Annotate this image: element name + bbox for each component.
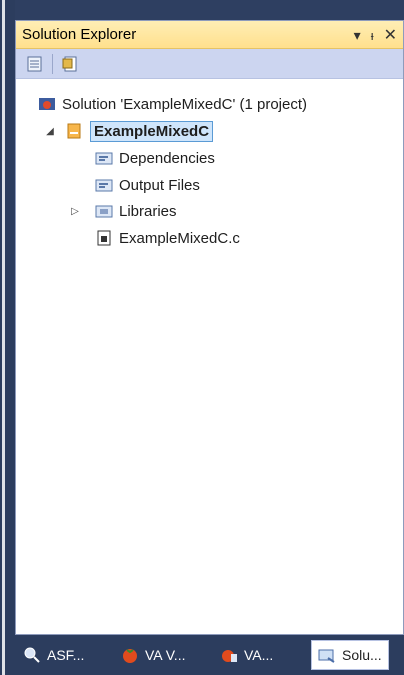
tab-va-outline[interactable]: VA... [220,640,273,670]
panel-title-bar[interactable]: Solution Explorer ▾ ᵼ ✕ [16,21,403,49]
solution-explorer-panel: Solution Explorer ▾ ᵼ ✕ Solution 'Exampl… [15,20,404,635]
toolbar-separator [52,53,53,74]
item-label: Libraries [119,202,177,220]
tab-solution-explorer[interactable]: Solu... [311,640,389,670]
tree-item-libraries[interactable]: ▷ Libraries [69,199,177,223]
c-file-icon [95,229,113,247]
tomato-outline-icon [220,646,238,664]
gutter-edge [2,0,5,675]
dropdown-arrow-icon[interactable]: ▾ [354,27,361,44]
item-label: Dependencies [119,149,215,167]
solution-node[interactable]: Solution 'ExampleMixedC' (1 project) [38,92,307,116]
close-icon[interactable]: ✕ [384,25,397,45]
left-gutter [0,0,15,675]
tree-item-source-file[interactable]: ExampleMixedC.c [95,226,240,250]
solution-label: Solution 'ExampleMixedC' (1 project) [62,95,307,113]
tomato-icon [121,646,139,664]
library-folder-icon [95,202,113,220]
pin-icon[interactable]: ᵼ [371,28,374,43]
bottom-tab-strip: ASF... VA V... VA... Solu... [15,635,404,675]
collapsed-arrow-icon[interactable]: ▷ [69,206,81,217]
tab-label: VA... [244,647,274,663]
tab-label: VA V... [145,647,186,663]
tab-va-view[interactable]: VA V... [121,640,185,670]
tab-asf[interactable]: ASF... [23,640,84,670]
title-controls: ▾ ᵼ ✕ [354,25,397,45]
folder-filter-icon [95,149,113,167]
ide-window: Solution Explorer ▾ ᵼ ✕ Solution 'Exampl… [0,0,404,675]
item-label: ExampleMixedC.c [119,229,240,247]
folder-filter-icon [95,176,113,194]
refresh-button[interactable] [24,53,46,75]
solution-explorer-icon [318,646,336,664]
properties-icon [27,56,42,71]
project-node[interactable]: ◢ ExampleMixedC [44,119,214,143]
panel-toolbar [16,49,403,79]
project-label: ExampleMixedC [90,120,214,142]
project-icon [66,122,84,140]
tree-item-output-files[interactable]: Output Files [95,173,200,197]
item-label: Output Files [119,176,200,194]
show-all-files-button[interactable] [59,53,81,75]
tree-item-dependencies[interactable]: Dependencies [95,146,215,170]
tab-label: Solu... [342,647,382,663]
magnifier-icon [23,646,41,664]
expanded-arrow-icon[interactable]: ◢ [44,126,56,137]
tab-label: ASF... [47,647,85,663]
panel-title: Solution Explorer [22,26,137,43]
solution-icon [38,95,56,113]
show-all-files-icon [62,56,77,71]
